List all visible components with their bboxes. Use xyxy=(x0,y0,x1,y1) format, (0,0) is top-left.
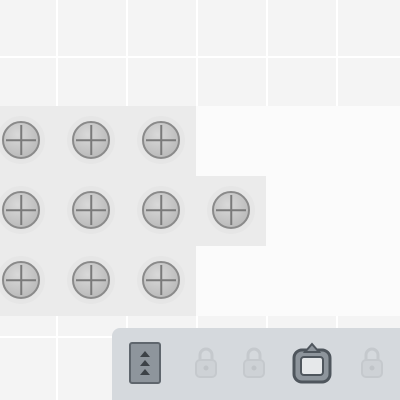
bolt-screw[interactable] xyxy=(142,261,180,299)
bolt-screw[interactable] xyxy=(142,121,180,159)
empty-cell xyxy=(196,106,400,176)
empty-cell xyxy=(196,246,400,316)
bolt-screw[interactable] xyxy=(2,261,40,299)
bolt-screw[interactable] xyxy=(72,191,110,229)
bolt-screw[interactable] xyxy=(72,261,110,299)
bottom-toolbar xyxy=(112,328,400,400)
bolt-screw[interactable] xyxy=(142,191,180,229)
locked-slot xyxy=(360,346,384,380)
lock-icon xyxy=(243,347,265,378)
locked-slot xyxy=(242,346,266,380)
bolt-screw[interactable] xyxy=(72,121,110,159)
lock-icon xyxy=(361,347,383,378)
layers-icon xyxy=(140,351,150,375)
layers-button[interactable] xyxy=(129,342,161,384)
lock-icon xyxy=(195,347,217,378)
locked-slot xyxy=(194,346,218,380)
bolt-screw[interactable] xyxy=(2,121,40,159)
rotate-icon xyxy=(292,342,332,384)
empty-cell xyxy=(266,176,400,246)
rotate-button[interactable] xyxy=(290,342,334,386)
bolt-screw[interactable] xyxy=(2,191,40,229)
bolt-screw[interactable] xyxy=(212,191,250,229)
